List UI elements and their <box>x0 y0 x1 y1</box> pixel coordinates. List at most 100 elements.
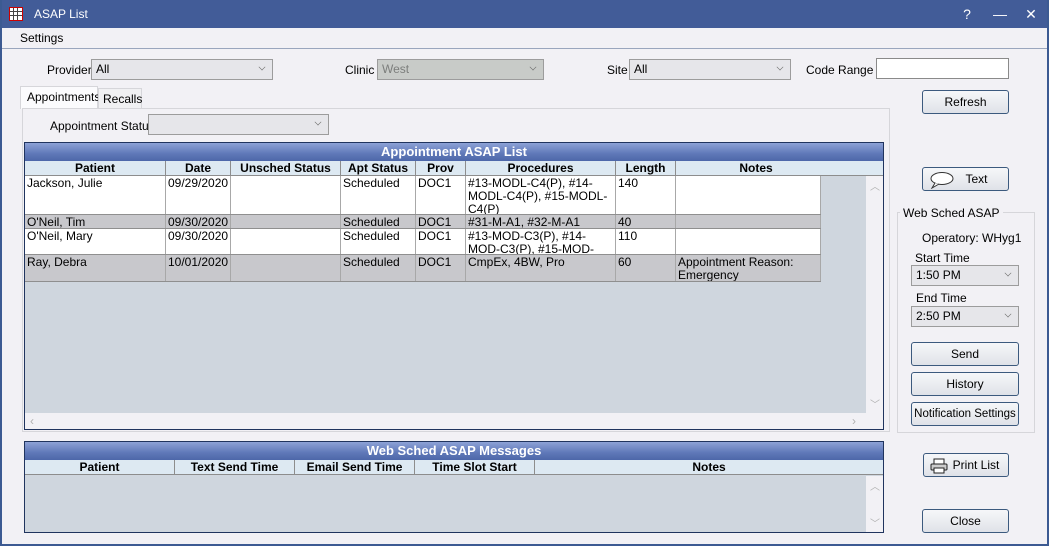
table-row[interactable]: O'Neil, Tim 09/30/2020 Scheduled DOC1 #3… <box>25 215 821 229</box>
provider-value: All <box>96 62 110 76</box>
scroll-right-icon[interactable]: › <box>852 414 856 428</box>
send-button[interactable]: Send <box>911 342 1019 366</box>
site-label: Site <box>607 63 628 77</box>
app-grid-icon <box>9 7 23 21</box>
end-time-value: 2:50 PM <box>916 309 961 323</box>
cell-length: 140 <box>616 176 676 214</box>
vertical-scrollbar[interactable]: ︿ ﹀ <box>866 476 883 532</box>
cell-date: 09/30/2020 <box>166 215 231 228</box>
chevron-down-icon <box>776 63 784 71</box>
text-button[interactable]: Text <box>922 167 1009 191</box>
cell-unsched-status <box>231 215 341 228</box>
table-row[interactable]: Jackson, Julie 09/29/2020 Scheduled DOC1… <box>25 176 821 215</box>
tab-recalls[interactable]: Recalls <box>98 88 142 110</box>
col-notes[interactable]: Notes <box>676 161 836 176</box>
asap-list-window: ASAP List ? — ✕ Settings Provider All Cl… <box>0 0 1049 546</box>
cell-length: 60 <box>616 255 676 281</box>
cell-apt-status: Scheduled <box>341 215 416 228</box>
col-length[interactable]: Length <box>616 161 676 176</box>
refresh-button[interactable]: Refresh <box>922 90 1009 114</box>
cell-notes <box>676 229 821 254</box>
cell-unsched-status <box>231 229 341 254</box>
start-time-label: Start Time <box>915 251 970 265</box>
history-button[interactable]: History <box>911 372 1019 396</box>
web-sched-asap-label: Web Sched ASAP <box>900 206 1003 220</box>
cell-patient: Jackson, Julie <box>25 176 166 214</box>
vertical-scrollbar[interactable]: ︿ ﹀ <box>866 176 883 413</box>
menu-bar: Settings <box>2 28 1047 49</box>
provider-label: Provider <box>47 63 92 77</box>
cell-apt-status: Scheduled <box>341 229 416 254</box>
chevron-down-icon <box>1004 310 1012 318</box>
window-title: ASAP List <box>34 7 88 21</box>
cell-notes: Appointment Reason: Emergency <box>676 255 821 281</box>
cell-procedures: #13-MODL-C4(P), #14-MODL-C4(P), #15-MODL… <box>466 176 616 214</box>
print-list-label: Print List <box>952 458 1000 472</box>
text-button-label: Text <box>965 172 988 186</box>
cell-date: 10/01/2020 <box>166 255 231 281</box>
cell-date: 09/29/2020 <box>166 176 231 214</box>
table-row[interactable]: O'Neil, Mary 09/30/2020 Scheduled DOC1 #… <box>25 229 821 255</box>
horizontal-scrollbar[interactable]: ‹ › <box>25 413 883 429</box>
cell-patient: Ray, Debra <box>25 255 166 281</box>
title-bar: ASAP List ? — ✕ <box>2 0 1047 28</box>
col-patient[interactable]: Patient <box>25 161 166 176</box>
start-time-value: 1:50 PM <box>916 268 961 282</box>
col-text-send-time[interactable]: Text Send Time <box>175 460 295 475</box>
col-procedures[interactable]: Procedures <box>466 161 616 176</box>
scroll-down-icon[interactable]: ﹀ <box>870 515 880 530</box>
site-select[interactable]: All <box>629 59 791 80</box>
appointment-status-select[interactable] <box>148 114 329 135</box>
scroll-up-icon[interactable]: ︿ <box>870 478 880 493</box>
cell-notes <box>676 215 821 228</box>
help-button[interactable]: ? <box>952 4 982 24</box>
col-email-send-time[interactable]: Email Send Time <box>295 460 415 475</box>
col-notes[interactable]: Notes <box>535 460 883 475</box>
menu-settings[interactable]: Settings <box>20 31 63 45</box>
col-prov[interactable]: Prov <box>416 161 466 176</box>
col-time-slot-start[interactable]: Time Slot Start <box>415 460 535 475</box>
close-window-button[interactable]: ✕ <box>1016 4 1046 24</box>
clinic-value: West <box>382 62 410 76</box>
col-unsched-status[interactable]: Unsched Status <box>231 161 341 176</box>
col-apt-status[interactable]: Apt Status <box>341 161 416 176</box>
cell-procedures: #13-MOD-C3(P), #14-MOD-C3(P), #15-MOD-C3… <box>466 229 616 254</box>
grid-title: Web Sched ASAP Messages <box>25 442 883 460</box>
chevron-down-icon <box>529 63 537 71</box>
cell-prov: DOC1 <box>416 229 466 254</box>
provider-select[interactable]: All <box>91 59 273 80</box>
start-time-select[interactable]: 1:50 PM <box>911 265 1019 286</box>
notification-settings-button[interactable]: Notification Settings <box>911 402 1019 426</box>
print-list-button[interactable]: Print List <box>923 453 1009 477</box>
cell-date: 09/30/2020 <box>166 229 231 254</box>
scroll-left-icon[interactable]: ‹ <box>30 414 34 428</box>
chevron-down-icon <box>1004 269 1012 277</box>
cell-length: 40 <box>616 215 676 228</box>
col-date[interactable]: Date <box>166 161 231 176</box>
grid-title: Appointment ASAP List <box>25 143 883 161</box>
code-range-input[interactable] <box>876 58 1009 79</box>
cell-unsched-status <box>231 255 341 281</box>
cell-prov: DOC1 <box>416 176 466 214</box>
cell-apt-status: Scheduled <box>341 176 416 214</box>
cell-procedures: #31-M-A1, #32-M-A1 <box>466 215 616 228</box>
cell-apt-status: Scheduled <box>341 255 416 281</box>
table-row[interactable]: Ray, Debra 10/01/2020 Scheduled DOC1 Cmp… <box>25 255 821 282</box>
tab-appointments[interactable]: Appointments <box>20 86 100 109</box>
end-time-select[interactable]: 2:50 PM <box>911 306 1019 327</box>
scroll-down-icon[interactable]: ﹀ <box>870 396 880 411</box>
web-sched-messages-grid: Web Sched ASAP Messages Patient Text Sen… <box>24 441 884 533</box>
cell-prov: DOC1 <box>416 215 466 228</box>
close-button[interactable]: Close <box>922 509 1009 533</box>
end-time-label: End Time <box>916 291 967 305</box>
minimize-button[interactable]: — <box>985 4 1015 24</box>
cell-procedures: CmpEx, 4BW, Pro <box>466 255 616 281</box>
appointment-asap-grid: Appointment ASAP List Patient Date Unsch… <box>24 142 884 430</box>
cell-unsched-status <box>231 176 341 214</box>
grid-header: Patient Text Send Time Email Send Time T… <box>25 460 883 475</box>
col-patient[interactable]: Patient <box>25 460 175 475</box>
cell-patient: O'Neil, Tim <box>25 215 166 228</box>
scroll-up-icon[interactable]: ︿ <box>870 178 880 193</box>
refresh-label: Refresh <box>944 95 987 109</box>
cell-prov: DOC1 <box>416 255 466 281</box>
